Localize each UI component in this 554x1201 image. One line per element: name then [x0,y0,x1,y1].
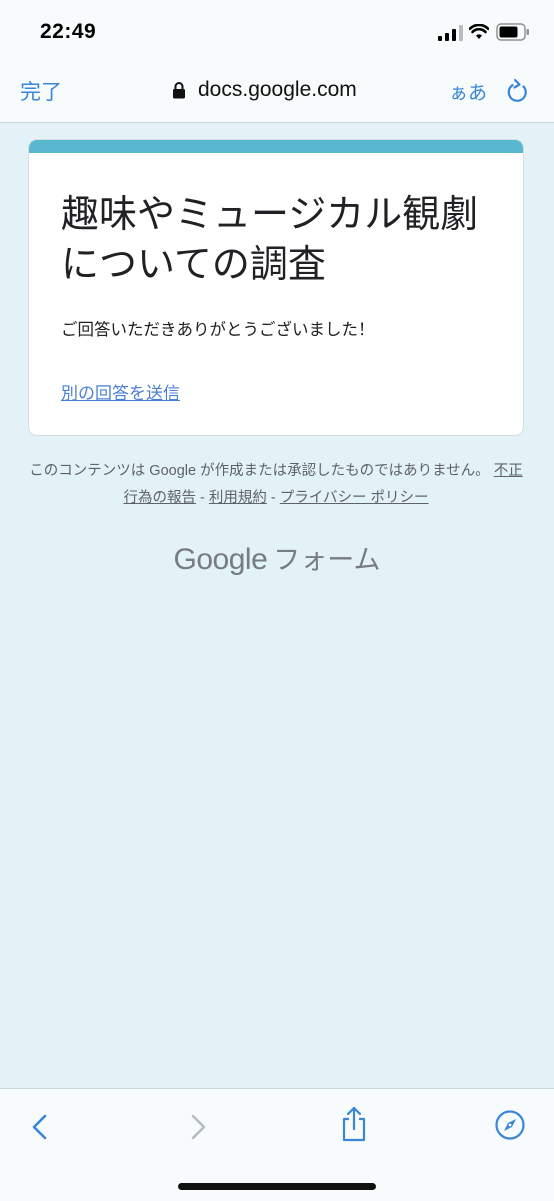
status-time: 22:49 [40,20,97,43]
compass-icon[interactable] [494,1109,526,1141]
text-size-button[interactable]: ぁあ [449,78,487,105]
wifi-icon [469,24,489,39]
browser-toolbar: 完了 docs.google.com ぁあ [0,58,554,123]
url-text: docs.google.com [198,78,357,101]
reload-icon[interactable] [506,78,530,104]
done-button[interactable]: 完了 [20,76,62,106]
logo-google-text: Google [173,543,268,576]
form-title: 趣味やミュージカル観劇についての調査 [61,194,479,286]
chevron-right-icon [191,1114,206,1140]
share-icon[interactable] [339,1105,369,1143]
disclaimer: このコンテンツは Google が作成または承認したものではありません。 不正行… [28,458,524,512]
disclaimer-text: このコンテンツは Google が作成または承認したものではありません。 [29,463,490,479]
google-forms-logo[interactable]: Google フォーム [0,538,554,577]
bottom-toolbar [0,1088,554,1201]
confirmation-card: 趣味やミュージカル観劇についての調査 ご回答いただきありがとうございました！ 別… [28,139,524,436]
status-bar: 22:49 [0,0,554,58]
cellular-signal-icon [438,25,463,41]
battery-icon [496,23,529,41]
home-indicator [178,1183,376,1190]
submit-another-response-link[interactable]: 別の回答を送信 [61,379,180,404]
address-bar[interactable]: docs.google.com [172,76,357,104]
logo-forms-text: フォーム [273,545,381,575]
separator: - [266,490,280,506]
separator: - [195,490,209,506]
confirmation-message: ご回答いただきありがとうございました！ [61,321,375,339]
lock-icon [173,82,185,99]
privacy-link[interactable]: プライバシー ポリシー [280,490,429,506]
terms-link[interactable]: 利用規約 [209,490,267,506]
card-accent-bar [29,140,523,153]
chevron-left-icon[interactable] [28,1111,52,1143]
